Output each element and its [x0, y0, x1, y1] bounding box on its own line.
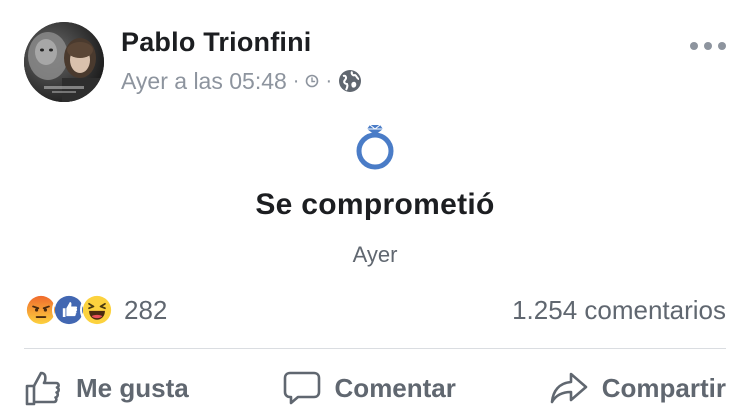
- share-label: Compartir: [601, 372, 726, 403]
- reaction-icons: [24, 293, 114, 327]
- comment-label: Comentar: [334, 372, 456, 403]
- more-options-icon[interactable]: [690, 36, 726, 56]
- comment-bubble-icon: [283, 371, 320, 405]
- avatar[interactable]: [24, 22, 104, 102]
- globe-icon[interactable]: [338, 69, 362, 93]
- more-dot: [690, 42, 698, 50]
- like-label: Me gusta: [76, 372, 189, 403]
- engagement-ring-icon: [356, 124, 394, 170]
- action-bar: Me gusta Comentar Compartir: [24, 362, 726, 414]
- avatar-photo: [24, 22, 104, 102]
- clock-icon: [306, 74, 319, 88]
- reaction-summary[interactable]: 282: [24, 293, 167, 327]
- comment-button[interactable]: Comentar: [283, 369, 456, 407]
- reaction-count: 282: [124, 294, 168, 325]
- divider: [24, 348, 726, 349]
- separator-dot: ·: [325, 69, 333, 92]
- post-header: Pablo Trionfini Ayer a las 05:48 · ·: [24, 22, 726, 102]
- author-name[interactable]: Pablo Trionfini: [121, 27, 312, 58]
- life-event-title: Se comprometió: [255, 188, 495, 221]
- thumbs-up-icon: [25, 371, 60, 406]
- comment-count[interactable]: 1.254 comentarios: [512, 295, 726, 326]
- like-button[interactable]: Me gusta: [24, 369, 189, 407]
- share-button[interactable]: Compartir: [550, 369, 726, 407]
- life-event-date: Ayer: [352, 242, 398, 267]
- life-event: Se comprometió Ayer: [0, 122, 750, 268]
- more-dot: [718, 42, 726, 50]
- haha-reaction-icon: [80, 293, 114, 327]
- more-dot: [704, 42, 712, 50]
- separator-dot: ·: [292, 69, 300, 92]
- timestamp[interactable]: Ayer a las 05:48: [121, 68, 287, 95]
- post-meta: Ayer a las 05:48 · ·: [121, 66, 362, 96]
- reactions-bar: 282 1.254 comentarios: [24, 290, 726, 330]
- share-arrow-icon: [550, 372, 588, 404]
